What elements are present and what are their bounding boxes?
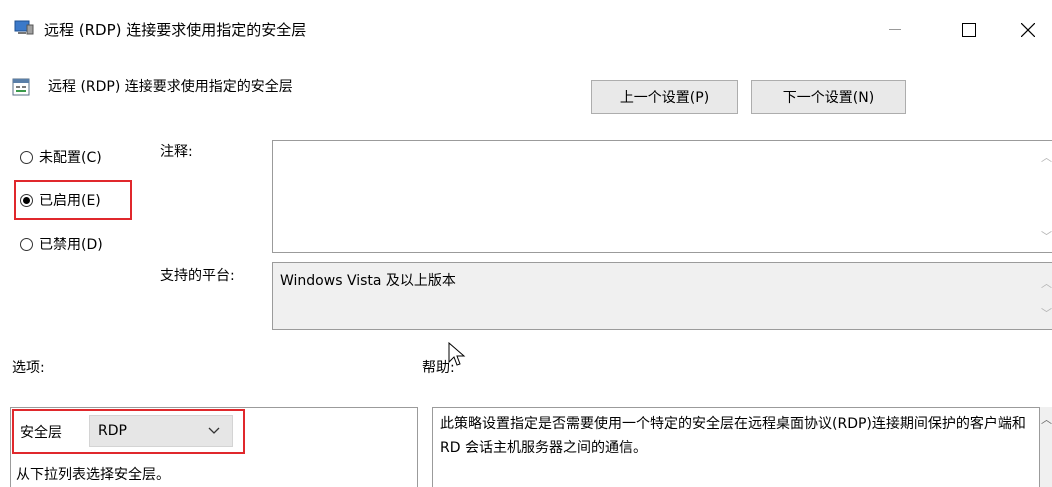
platform-value: Windows Vista 及以上版本 [280, 273, 456, 289]
mouse-cursor-icon [448, 341, 466, 372]
radio-circle [20, 237, 33, 251]
next-setting-button[interactable]: 下一个设置(N) [751, 80, 906, 114]
radio-label: 已启用(E) [39, 193, 101, 209]
close-button[interactable] [1005, 10, 1051, 50]
radio-enabled[interactable]: 已启用(E) [20, 190, 101, 210]
previous-setting-button[interactable]: 上一个设置(P) [591, 80, 738, 114]
comment-label: 注释: [160, 144, 193, 160]
options-description: 从下拉列表选择安全层。 [16, 467, 170, 483]
radio-not-configured[interactable]: 未配置(C) [20, 147, 102, 167]
comment-textarea[interactable]: ︿ ﹀ [272, 140, 1052, 253]
platform-label: 支持的平台: [160, 268, 235, 284]
computer-icon [14, 20, 34, 36]
options-label: 选项: [12, 360, 45, 376]
radio-disabled[interactable]: 已禁用(D) [20, 234, 103, 254]
minimize-icon [889, 29, 901, 30]
scroll-down-icon[interactable]: ﹀ [1041, 305, 1052, 321]
radio-circle [20, 150, 33, 164]
policy-setting-icon [12, 78, 30, 96]
radio-label: 未配置(C) [39, 150, 102, 166]
help-scrollbar[interactable]: ︿ [1040, 407, 1052, 487]
scroll-up-icon[interactable]: ︿ [1041, 275, 1052, 291]
close-icon [1021, 23, 1035, 37]
radio-label: 已禁用(D) [39, 237, 103, 253]
security-layer-highlight-box [12, 409, 245, 454]
scroll-up-icon[interactable]: ︿ [1041, 149, 1052, 165]
policy-title: 远程 (RDP) 连接要求使用指定的安全层 [48, 79, 293, 95]
maximize-icon [962, 23, 976, 37]
help-text: 此策略设置指定是否需要使用一个特定的安全层在远程桌面协议(RDP)连接期间保护的… [440, 416, 1026, 456]
scroll-up-icon[interactable]: ︿ [1041, 411, 1052, 427]
radio-circle-selected [20, 193, 33, 207]
window-title: 远程 (RDP) 连接要求使用指定的安全层 [44, 21, 307, 39]
maximize-button[interactable] [946, 10, 992, 50]
scroll-down-icon[interactable]: ﹀ [1041, 228, 1052, 244]
minimize-button[interactable] [872, 10, 918, 50]
